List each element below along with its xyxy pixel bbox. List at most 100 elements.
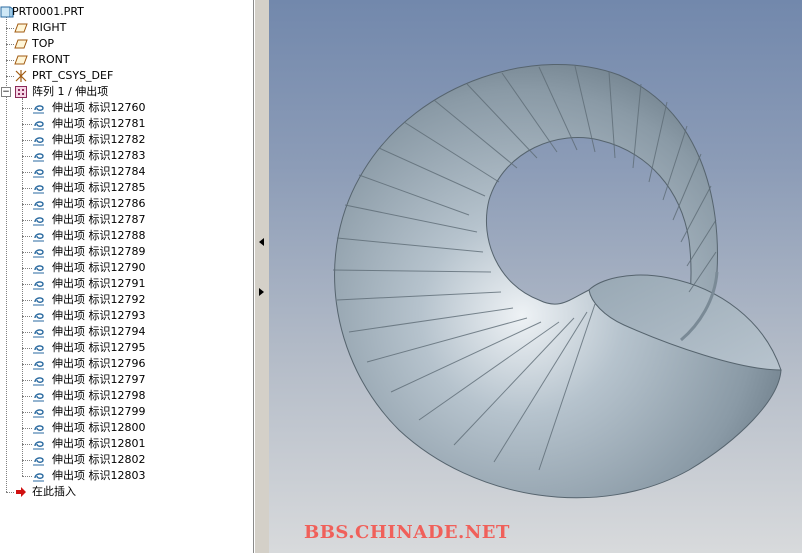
tree-item-label: 伸出项 标识12790 xyxy=(52,261,146,274)
tree-connector xyxy=(6,44,14,45)
tree-item-label: 在此插入 xyxy=(32,485,76,498)
tree-connector xyxy=(22,316,32,317)
tree-item-datum-top[interactable]: TOP xyxy=(0,36,253,52)
model-tree-panel[interactable]: PRT0001.PRT RIGHT TOP FRONT PRT_CSYS_DEF… xyxy=(0,0,254,553)
tree-item-label: 伸出项 标识12803 xyxy=(52,469,146,482)
tree-item-extrusion[interactable]: 伸出项 标识12784 xyxy=(0,164,253,180)
extrude-icon xyxy=(33,425,44,434)
tree-connector xyxy=(22,204,32,205)
tree-item-label: 伸出项 标识12781 xyxy=(52,117,146,130)
tree-item-label: RIGHT xyxy=(32,21,67,34)
extrude-icon xyxy=(33,249,44,258)
tree-connector xyxy=(22,364,32,365)
tree-item-datum-right[interactable]: RIGHT xyxy=(0,20,253,36)
tree-item-insert-here[interactable]: 在此插入 xyxy=(0,484,253,500)
tree-connector xyxy=(22,428,32,429)
tree-item-label: PRT0001.PRT xyxy=(12,5,84,18)
tree-item-extrusion[interactable]: 伸出项 标识12760 xyxy=(0,100,253,116)
tree-connector xyxy=(22,188,32,189)
tree-item-label: 伸出项 标识12795 xyxy=(52,341,146,354)
tree-item-extrusion[interactable]: 伸出项 标识12783 xyxy=(0,148,253,164)
tree-item-extrusion[interactable]: 伸出项 标识12803 xyxy=(0,468,253,484)
tree-item-extrusion[interactable]: 伸出项 标识12797 xyxy=(0,372,253,388)
tree-connector xyxy=(6,60,14,61)
tree-item-label: 伸出项 标识12789 xyxy=(52,245,146,258)
tree-item-extrusion[interactable]: 伸出项 标识12802 xyxy=(0,452,253,468)
extrude-icon xyxy=(33,473,44,482)
tree-connector xyxy=(22,252,32,253)
extrude-icon xyxy=(33,361,44,370)
extrude-icon xyxy=(33,137,44,146)
tree-connector xyxy=(22,284,32,285)
extrude-icon xyxy=(33,265,44,274)
tree-item-label: 伸出项 标识12794 xyxy=(52,325,146,338)
tree-item-label: 伸出项 标识12784 xyxy=(52,165,146,178)
panel-splitter[interactable] xyxy=(254,0,270,553)
tree-connector xyxy=(22,444,32,445)
tree-item-datum-front[interactable]: FRONT xyxy=(0,52,253,68)
tree-item-label: FRONT xyxy=(32,53,70,66)
tree-item-label: 伸出项 标识12802 xyxy=(52,453,146,466)
tree-item-extrusion[interactable]: 伸出项 标识12788 xyxy=(0,228,253,244)
insert-arrow-icon xyxy=(16,487,26,497)
tree-connector xyxy=(22,268,32,269)
tree-item-label: 伸出项 标识12796 xyxy=(52,357,146,370)
tree-item-pattern[interactable]: − 阵列 1 / 伸出项 xyxy=(0,84,253,100)
tree-connector xyxy=(22,140,32,141)
collapse-toggle-icon[interactable]: − xyxy=(1,87,11,97)
tree-connector xyxy=(22,300,32,301)
tree-item-label: 伸出项 标识12791 xyxy=(52,277,146,290)
extrude-icon xyxy=(33,169,44,178)
tree-item-extrusion[interactable]: 伸出项 标识12794 xyxy=(0,324,253,340)
datum-plane-icon xyxy=(14,55,28,65)
horn-model-render[interactable] xyxy=(269,0,802,553)
tree-item-extrusion[interactable]: 伸出项 标识12786 xyxy=(0,196,253,212)
extrude-icon xyxy=(33,393,44,402)
tree-connector xyxy=(22,380,32,381)
extrude-icon xyxy=(33,233,44,242)
tree-item-label: 伸出项 标识12801 xyxy=(52,437,146,450)
csys-icon xyxy=(15,70,27,82)
extrude-icon xyxy=(33,441,44,450)
tree-item-extrusion[interactable]: 伸出项 标识12787 xyxy=(0,212,253,228)
tree-item-extrusion[interactable]: 伸出项 标识12796 xyxy=(0,356,253,372)
expand-right-icon[interactable] xyxy=(259,288,265,296)
tree-connector xyxy=(22,460,32,461)
tree-connector xyxy=(22,476,32,477)
tree-item-extrusion[interactable]: 伸出项 标识12798 xyxy=(0,388,253,404)
tree-item-extrusion[interactable]: 伸出项 标识12795 xyxy=(0,340,253,356)
extrude-icon xyxy=(33,329,44,338)
tree-item-extrusion[interactable]: 伸出项 标识12799 xyxy=(0,404,253,420)
tree-connector xyxy=(22,156,32,157)
tree-item-extrusion[interactable]: 伸出项 标识12789 xyxy=(0,244,253,260)
tree-item-label: 伸出项 标识12793 xyxy=(52,309,146,322)
tree-item-label: 伸出项 标识12786 xyxy=(52,197,146,210)
tree-item-extrusion[interactable]: 伸出项 标识12800 xyxy=(0,420,253,436)
tree-item-extrusion[interactable]: 伸出项 标识12791 xyxy=(0,276,253,292)
extrude-icon xyxy=(33,313,44,322)
tree-item-extrusion[interactable]: 伸出项 标识12801 xyxy=(0,436,253,452)
tree-item-label: 伸出项 标识12800 xyxy=(52,421,146,434)
tree-item-label: 伸出项 标识12785 xyxy=(52,181,146,194)
graphics-viewport[interactable] xyxy=(269,0,802,553)
extrude-icon xyxy=(33,409,44,418)
tree-connector xyxy=(22,124,32,125)
tree-connector xyxy=(22,348,32,349)
tree-item-extrusion[interactable]: 伸出项 标识12793 xyxy=(0,308,253,324)
collapse-left-icon[interactable] xyxy=(259,238,265,246)
tree-item-extrusion[interactable]: 伸出项 标识12792 xyxy=(0,292,253,308)
tree-connector xyxy=(22,220,32,221)
tree-item-root[interactable]: PRT0001.PRT xyxy=(0,4,253,20)
tree-item-csys[interactable]: PRT_CSYS_DEF xyxy=(0,68,253,84)
tree-item-label: 伸出项 标识12797 xyxy=(52,373,146,386)
extrude-icon xyxy=(33,457,44,466)
tree-item-extrusion[interactable]: 伸出项 标识12790 xyxy=(0,260,253,276)
extrude-icon xyxy=(33,153,44,162)
tree-item-extrusion[interactable]: 伸出项 标识12781 xyxy=(0,116,253,132)
extrude-icon xyxy=(33,377,44,386)
extrude-icon xyxy=(33,297,44,306)
tree-item-extrusion[interactable]: 伸出项 标识12785 xyxy=(0,180,253,196)
tree-item-extrusion[interactable]: 伸出项 标识12782 xyxy=(0,132,253,148)
pattern-icon xyxy=(15,86,27,98)
tree-connector xyxy=(6,492,14,493)
